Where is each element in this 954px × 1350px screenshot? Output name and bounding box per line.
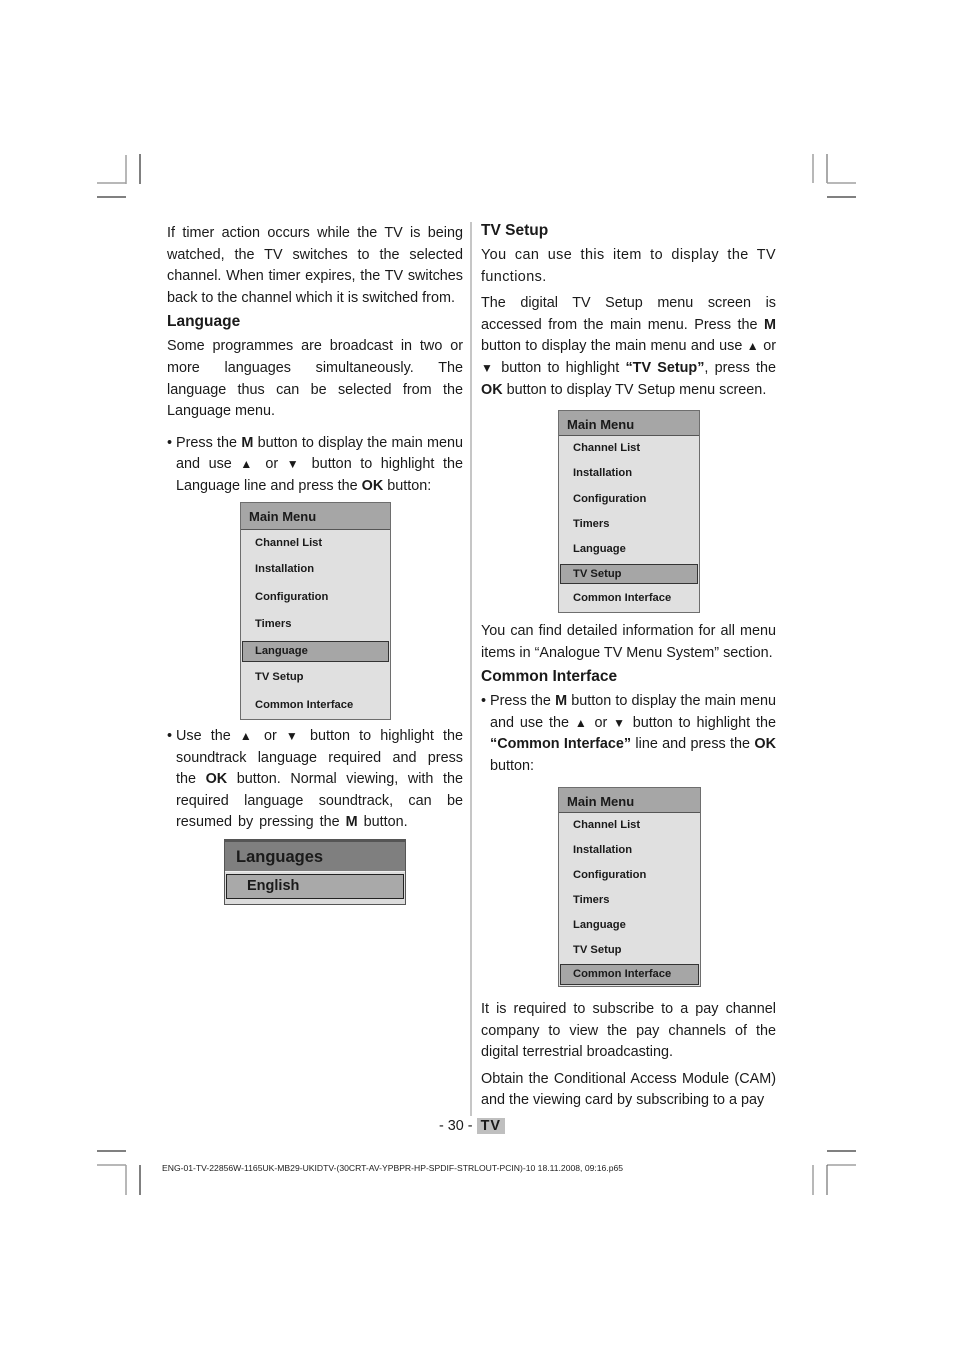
up-arrow-icon: ▲ [574,715,589,730]
menu-item-timers[interactable]: Timers [559,512,699,537]
left-column: If timer action occurs while the TV is b… [167,223,463,504]
menu-title: Main Menu [559,411,699,436]
key-m: M [345,814,358,831]
menu-item-configuration[interactable]: Configuration [559,486,699,512]
main-menu-tv-setup: Main Menu Channel List Installation Conf… [558,410,700,613]
menu-item-installation[interactable]: Installation [559,461,699,486]
crop-mark-top-right [812,154,856,198]
key-ok: OK [754,736,776,753]
language-bullet-2: Use the ▲ or ▼ button to highlight the s… [167,726,463,834]
quoted-tv-setup: “TV Setup” [625,359,705,376]
menu-item-channel-list[interactable]: Channel List [241,530,390,557]
info-paragraph: You can find detailed information for al… [481,623,776,661]
right-column: TV Setup You can use this item to displa… [481,220,776,406]
language-bullet-1: Press the M button to display the main m… [167,433,463,498]
main-menu-common-interface: Main Menu Channel List Installation Conf… [558,787,701,987]
menu-item-configuration[interactable]: Configuration [241,584,390,611]
tv-setup-paragraph-2: The digital TV Setup menu screen is acce… [481,295,776,398]
menu-item-tv-setup-selected[interactable]: TV Setup [560,564,698,584]
section-tag: TV [476,1118,505,1134]
key-ok: OK [205,771,228,788]
menu-item-channel-list[interactable]: Channel List [559,813,700,838]
right-column-middle: You can find detailed information for al… [481,621,776,784]
down-arrow-icon: ▼ [286,457,304,472]
menu-item-common-interface-selected[interactable]: Common Interface [560,964,699,985]
file-info-footer: ENG-01-TV-22856W-1165UK-MB29-UKIDTV-(30C… [162,1163,624,1173]
common-interface-heading: Common Interface [481,668,618,686]
page-number-block: - 30 - TV [439,1118,505,1134]
main-menu-language: Main Menu Channel List Installation Conf… [240,502,391,720]
crop-marks [97,154,856,1195]
menu-item-configuration[interactable]: Configuration [559,863,700,888]
menu-title: Main Menu [241,503,390,530]
crop-mark-bottom-right [812,1150,856,1195]
down-arrow-icon: ▼ [285,729,301,743]
crop-mark-top-left [97,154,141,198]
key-m: M [764,316,776,333]
menu-item-language[interactable]: Language [559,537,699,562]
up-arrow-icon: ▲ [746,339,759,354]
right-column-lower: It is required to subscribe to a pay cha… [481,999,776,1117]
down-arrow-icon: ▼ [613,715,627,730]
page-number: - 30 - [439,1118,473,1134]
key-m: M [241,434,254,451]
language-option-english[interactable]: English [226,874,404,899]
crop-mark-bottom-left [97,1150,141,1195]
pay-channel-paragraph: It is required to subscribe to a pay cha… [481,1001,776,1061]
common-interface-bullet: Press the M button to display the main m… [481,691,776,777]
menu-item-tv-setup[interactable]: TV Setup [559,938,700,963]
menu-item-installation[interactable]: Installation [559,838,700,863]
timer-intro-paragraph: If timer action occurs while the TV is b… [167,225,463,306]
menu-item-installation[interactable]: Installation [241,557,390,584]
languages-box: Languages English [224,839,406,905]
down-arrow-icon: ▼ [481,360,496,375]
key-ok: OK [361,477,384,494]
menu-item-timers[interactable]: Timers [559,888,700,913]
language-heading: Language [167,313,241,331]
quoted-common-interface: “Common Interface” [490,736,632,753]
menu-item-tv-setup[interactable]: TV Setup [241,665,390,692]
tv-setup-heading: TV Setup [481,222,549,239]
tv-setup-paragraph-1: You can use this item to display the TV … [481,247,776,285]
menu-item-language-selected[interactable]: Language [242,641,389,662]
language-paragraph: Some programmes are broadcast in two or … [167,338,463,420]
menu-item-timers[interactable]: Timers [241,611,390,638]
cam-paragraph: Obtain the Conditional Access Module (CA… [481,1070,776,1109]
languages-title: Languages [225,840,405,872]
menu-item-common-interface[interactable]: Common Interface [241,692,390,719]
up-arrow-icon: ▲ [239,729,255,743]
menu-item-language[interactable]: Language [559,913,700,938]
key-ok: OK [481,381,503,398]
key-m: M [555,693,568,710]
menu-item-common-interface[interactable]: Common Interface [559,587,699,612]
menu-title: Main Menu [559,788,700,813]
menu-item-channel-list[interactable]: Channel List [559,436,699,461]
left-column-lower: Use the ▲ or ▼ button to highlight the s… [167,726,463,840]
up-arrow-icon: ▲ [240,457,257,472]
